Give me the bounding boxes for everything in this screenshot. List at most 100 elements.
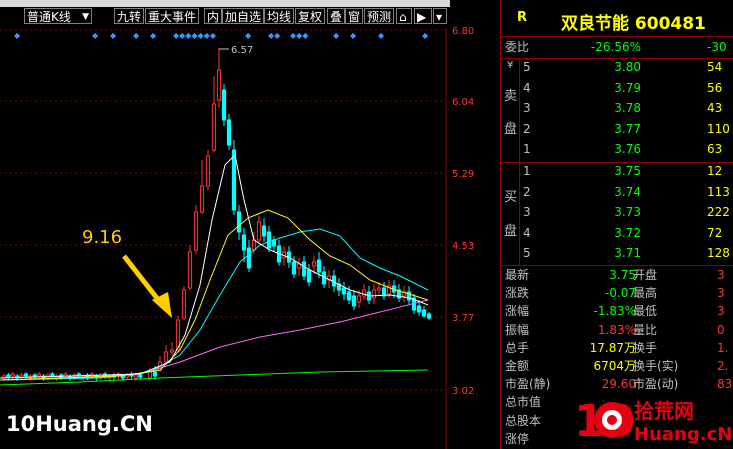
buy-price: 3.75 (614, 164, 641, 178)
stat-label-2: 换手 (633, 340, 658, 355)
buy-row[interactable]: 5 3.71 128 (501, 244, 733, 263)
sell-volume: 63 (707, 142, 723, 157)
event-marker[interactable]: ◆ (245, 31, 252, 40)
candle-body[interactable] (226, 119, 232, 146)
watermark-logo: 10 拾荒网 Huang.cN (574, 396, 732, 447)
stock-name[interactable]: 双良节能 600481 (561, 9, 706, 34)
candle-body[interactable] (120, 375, 125, 379)
event-marker[interactable]: ◆◆ (268, 31, 281, 40)
event-marker[interactable]: ◆ (378, 31, 385, 40)
candle-body[interactable] (356, 295, 362, 303)
sell-row[interactable]: 2 3.77 110 (501, 120, 733, 139)
candle-body[interactable] (306, 269, 312, 283)
sell-row[interactable]: 5 3.80 54 (501, 58, 733, 77)
candle-body[interactable] (311, 261, 317, 267)
event-marker[interactable]: ◆◆◆ (290, 31, 309, 40)
event-marker[interactable]: ◆ (110, 31, 117, 40)
candle-body[interactable] (133, 375, 139, 379)
candle-body[interactable] (221, 89, 227, 121)
event-marker[interactable]: ◆ (150, 31, 157, 40)
quote-panel: R 双良节能 600481 委比 -26.56% -30 ¥ 卖 盘 5 3.80… (500, 0, 733, 449)
candle-body[interactable] (216, 69, 222, 101)
buy-price: 3.74 (614, 184, 641, 199)
event-marker[interactable]: ◆ (14, 31, 21, 40)
candle-body[interactable] (256, 221, 262, 241)
stat-row: 涨跌 -0.07 最高 3 (501, 284, 733, 302)
stat-row: 金额 6704万 换手(实) 2. (501, 357, 733, 375)
candle-body[interactable] (371, 289, 377, 299)
candle-body[interactable] (266, 231, 272, 249)
candle-body[interactable] (50, 373, 55, 377)
candle-body[interactable] (147, 371, 153, 379)
candle-body[interactable] (187, 251, 193, 289)
buy-row[interactable]: 4 3.72 72 (501, 224, 733, 243)
buy-row[interactable]: 3 3.73 222 (501, 203, 733, 222)
candle-body[interactable] (241, 234, 247, 251)
stat-label: 涨幅 (505, 304, 530, 319)
candle-body[interactable] (316, 259, 322, 273)
candle-body[interactable] (6, 374, 11, 378)
candle-body[interactable] (246, 247, 252, 269)
sell-price: 3.79 (614, 80, 641, 95)
candle-body[interactable] (19, 374, 24, 378)
candle-body[interactable] (211, 103, 217, 151)
candle-body[interactable] (23, 373, 29, 377)
candle-body[interactable] (169, 349, 175, 353)
buy-price: 3.72 (614, 225, 641, 240)
candle-body[interactable] (421, 309, 427, 317)
weibi-extra: -30 (707, 40, 727, 54)
weibi-label: 委比 (505, 40, 530, 54)
stat-label-2: 开盘 (633, 268, 658, 282)
candle-body[interactable] (376, 287, 382, 291)
candle-body[interactable] (291, 261, 297, 275)
stat-value: 6704万 (593, 359, 636, 373)
candle-body[interactable] (138, 374, 143, 378)
peak-price-label: 6.57 (231, 45, 253, 56)
candle-body[interactable] (10, 373, 15, 377)
price-axis: 6.80 6.04 5.29 4.53 3.77 3.02 (452, 26, 474, 397)
candle-body[interactable] (361, 289, 367, 297)
logo-url-text: Huang.cN (634, 424, 732, 445)
sell-price: 3.80 (614, 60, 641, 74)
price-axis-label: 6.80 (452, 26, 474, 37)
candle-body[interactable] (205, 155, 211, 187)
candle-body[interactable] (37, 373, 42, 377)
weibi-value: -26.56% (590, 40, 641, 54)
event-marker[interactable]: ◆ (92, 31, 99, 40)
stat-row: 最新 3.75 开盘 3 (501, 266, 733, 284)
event-marker[interactable]: ◆◆◆◆◆◆◆ (173, 31, 217, 40)
stat-label: 总市值 (505, 395, 542, 410)
event-marker[interactable]: ◆ (350, 31, 357, 40)
candle-body[interactable] (416, 305, 422, 313)
sell-row[interactable]: 3 3.78 43 (501, 99, 733, 118)
sell-row[interactable]: 1 3.76 63 (501, 140, 733, 159)
stat-value-2: 1. (717, 340, 729, 355)
kline-chart[interactable]: ◆ ◆ ◆ ◆ ◆ ◆◆◆◆◆◆◆ ◆ ◆◆ ◆◆◆ ◆ ◆ ◆ ◆ 6.57 … (0, 0, 500, 449)
candle-body[interactable] (193, 211, 199, 251)
candlesticks[interactable] (1, 48, 432, 381)
candle-body[interactable] (199, 185, 205, 213)
candle-body[interactable] (163, 351, 169, 363)
candle-body[interactable] (181, 289, 187, 319)
annotation: 9.16 (82, 227, 172, 318)
candle-body[interactable] (236, 211, 242, 233)
buy-row[interactable]: 1 3.75 12 (501, 162, 733, 181)
candle-body[interactable] (346, 291, 352, 301)
candle-body[interactable] (152, 371, 158, 377)
event-marker[interactable]: ◆ (333, 31, 340, 40)
stat-label-2: 最低 (633, 304, 658, 319)
candle-body[interactable] (301, 261, 307, 277)
candle-body[interactable] (231, 149, 237, 211)
stat-row: 市盈(静) 29.60 市盈(动) 83 (501, 375, 733, 393)
candle-body[interactable] (426, 313, 432, 319)
event-markers[interactable]: ◆ ◆ ◆ ◆ ◆ ◆◆◆◆◆◆◆ ◆ ◆◆ ◆◆◆ ◆ ◆ ◆ ◆ (14, 31, 429, 40)
event-marker[interactable]: ◆ (422, 31, 429, 40)
candle-body[interactable] (261, 225, 267, 237)
buy-row[interactable]: 2 3.74 113 (501, 183, 733, 202)
sell-volume: 56 (707, 80, 723, 95)
event-marker[interactable]: ◆ (133, 31, 140, 40)
stat-row: 振幅 1.83% 量比 0 (501, 321, 733, 339)
sell-row[interactable]: 4 3.79 56 (501, 79, 733, 98)
candle-body[interactable] (351, 295, 357, 307)
candle-body[interactable] (341, 287, 347, 295)
